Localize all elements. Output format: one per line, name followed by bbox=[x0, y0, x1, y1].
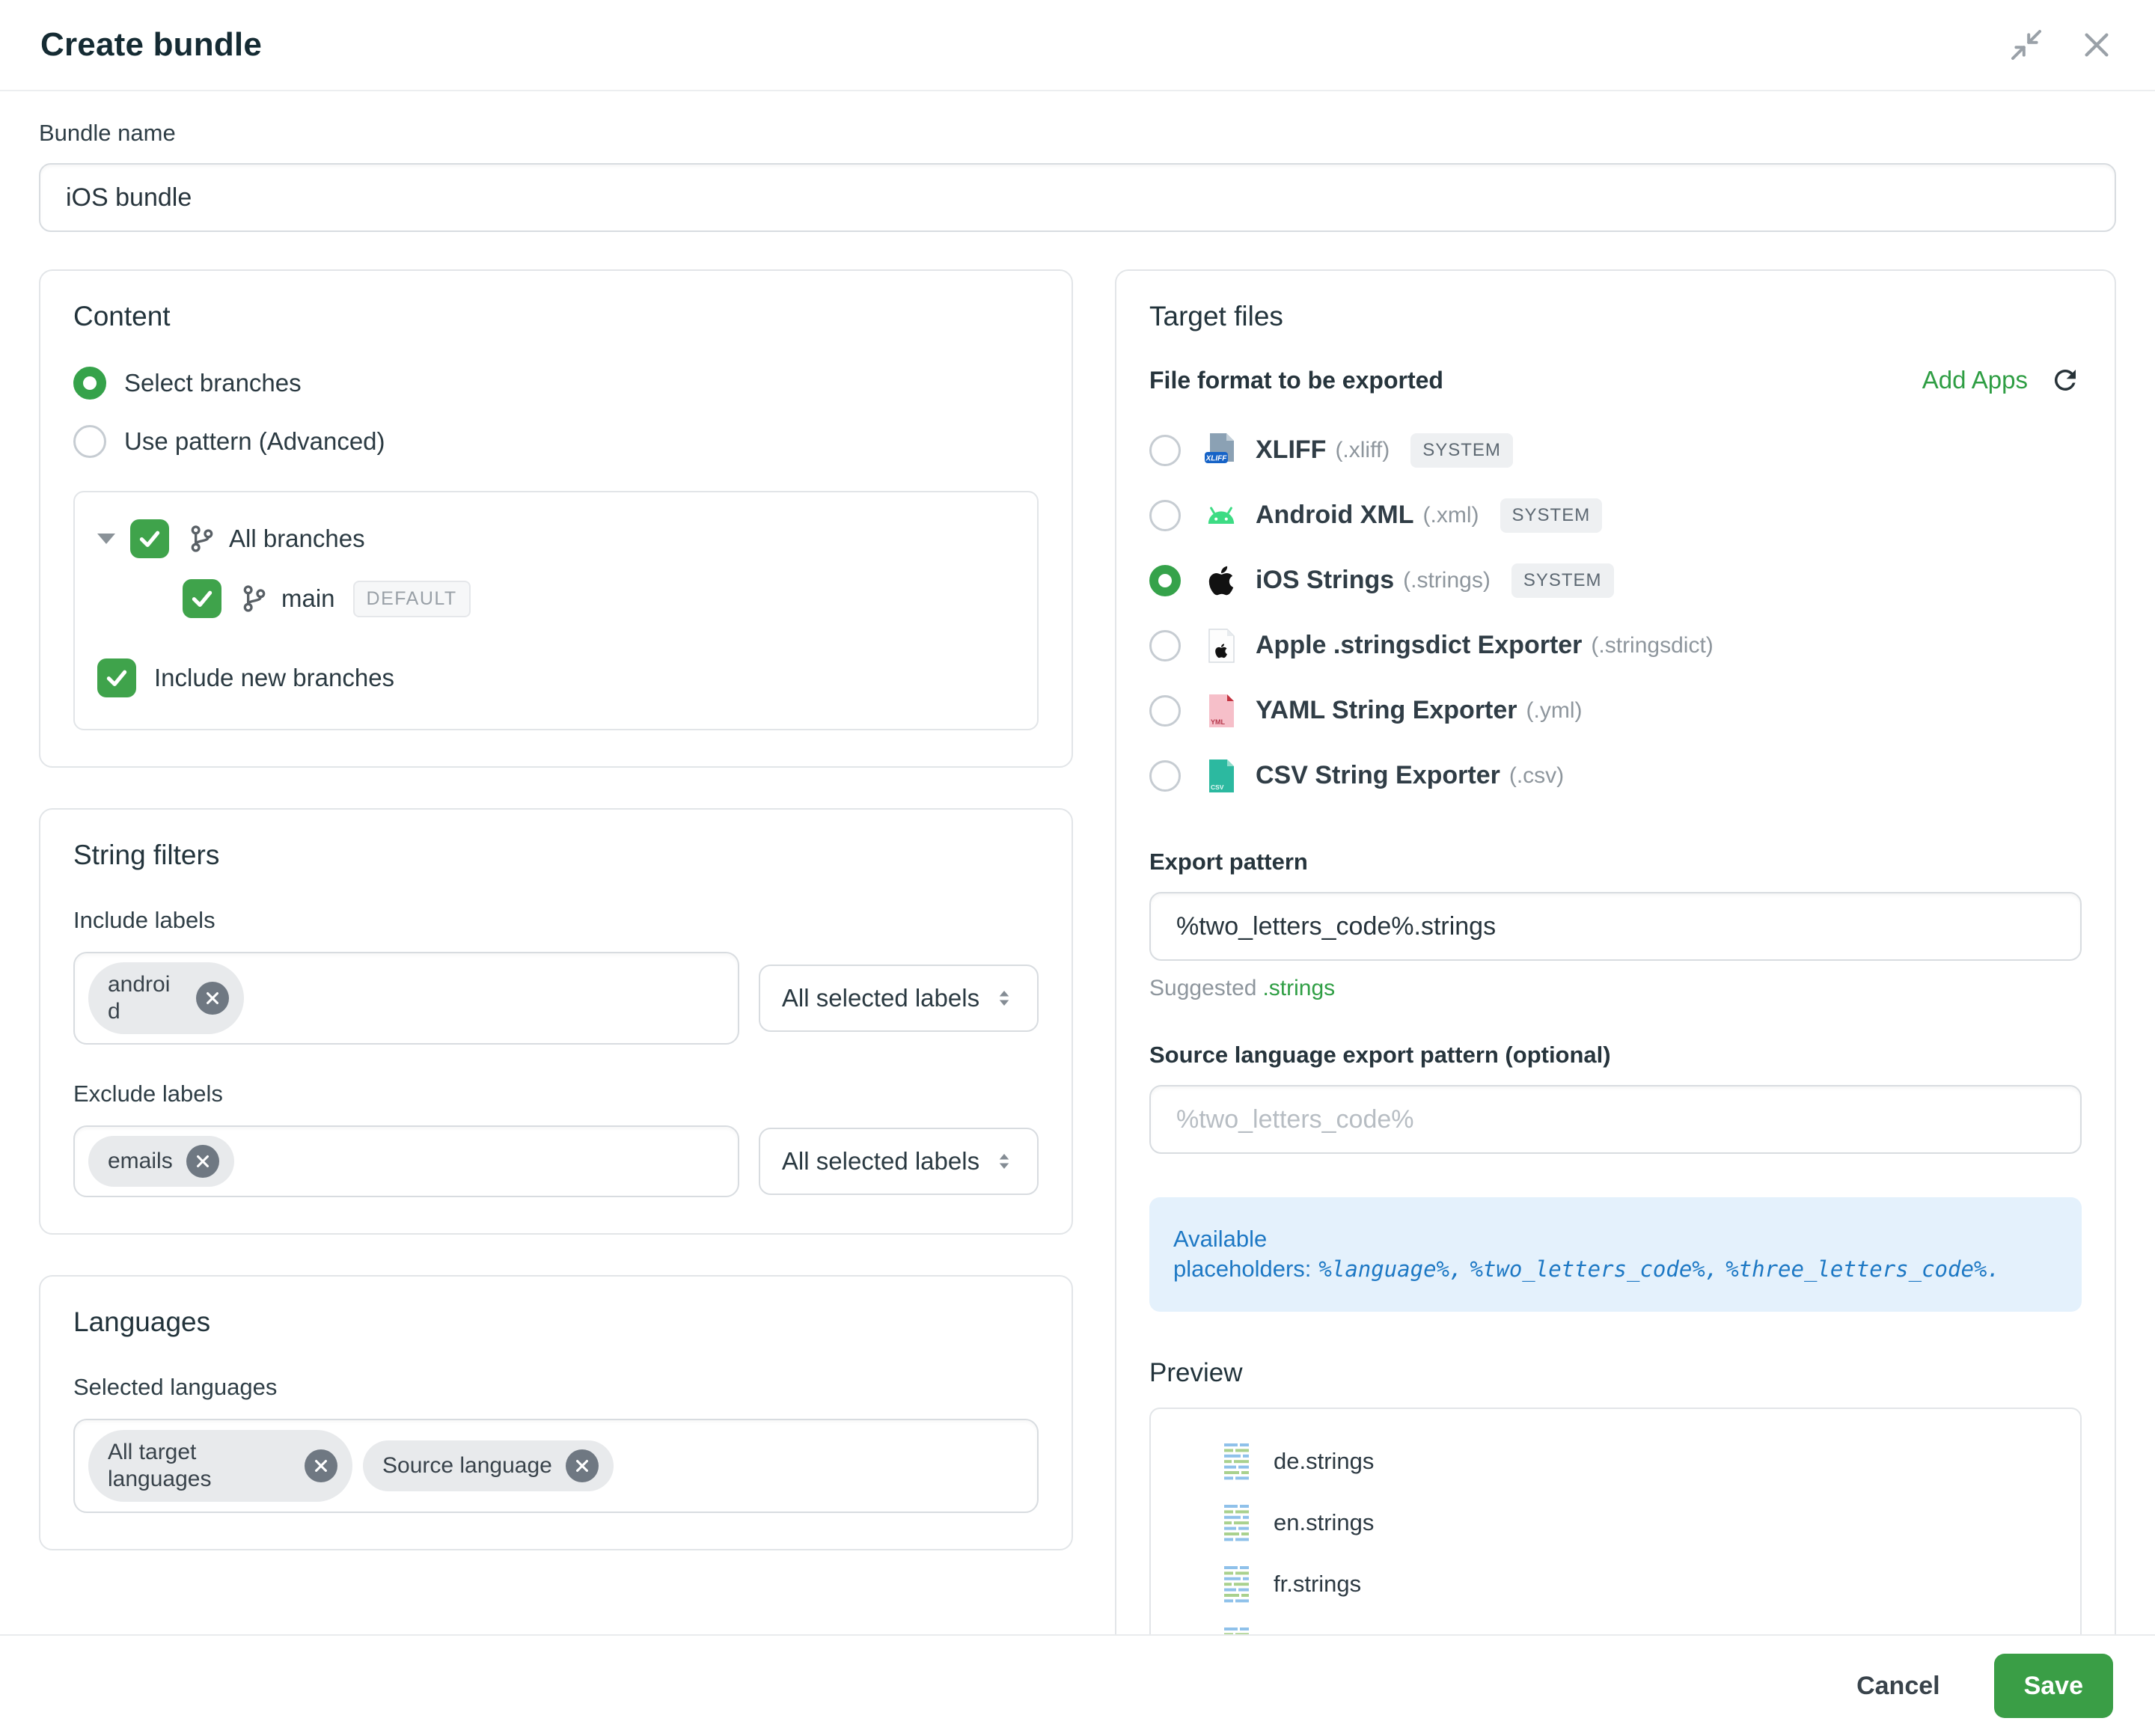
radio-unselected-icon[interactable] bbox=[73, 425, 106, 458]
strings-file-icon bbox=[1221, 1563, 1254, 1605]
svg-text:CSV: CSV bbox=[1211, 783, 1224, 791]
format-row-yaml[interactable]: YML YAML String Exporter (.yml) bbox=[1149, 678, 2082, 743]
all-branches-row[interactable]: All branches bbox=[97, 519, 1015, 558]
source-pattern-input[interactable] bbox=[1149, 1085, 2082, 1154]
label-chip-android[interactable]: android bbox=[88, 962, 244, 1034]
stringsdict-file-icon bbox=[1202, 628, 1241, 664]
include-labels-label: Include labels bbox=[73, 907, 1039, 934]
default-badge: DEFAULT bbox=[353, 581, 471, 617]
use-pattern-radio[interactable]: Use pattern (Advanced) bbox=[73, 425, 1039, 458]
refresh-icon[interactable] bbox=[2049, 364, 2082, 397]
format-row-android-xml[interactable]: Android XML (.xml) SYSTEM bbox=[1149, 483, 2082, 548]
svg-text:XLIFF: XLIFF bbox=[1205, 454, 1228, 462]
export-pattern-input[interactable] bbox=[1149, 892, 2082, 961]
suggested-line: Suggested.strings bbox=[1149, 976, 2082, 1001]
chip-source-language[interactable]: Source language bbox=[363, 1440, 614, 1491]
git-branch-icon bbox=[187, 524, 217, 554]
system-badge: SYSTEM bbox=[1410, 433, 1513, 468]
apple-icon bbox=[1202, 564, 1241, 597]
include-labels-dropdown[interactable]: All selected labels bbox=[759, 965, 1039, 1032]
chip-all-target-languages[interactable]: All target languages bbox=[88, 1430, 352, 1502]
android-icon bbox=[1202, 501, 1241, 531]
include-new-branches-row[interactable]: Include new branches bbox=[97, 658, 1015, 697]
format-row-xliff[interactable]: XLIFF XLIFF (.xliff) SYSTEM bbox=[1149, 418, 2082, 483]
remove-chip-icon[interactable] bbox=[305, 1449, 337, 1482]
file-format-list: XLIFF XLIFF (.xliff) SYSTEM bbox=[1149, 418, 2082, 808]
include-new-branches-checkbox[interactable] bbox=[97, 658, 136, 697]
system-badge: SYSTEM bbox=[1500, 498, 1603, 533]
include-labels-input[interactable]: android bbox=[73, 952, 739, 1045]
languages-card: Languages Selected languages All target … bbox=[39, 1275, 1073, 1550]
save-button[interactable]: Save bbox=[1994, 1654, 2113, 1718]
source-pattern-label: Source language export pattern (optional… bbox=[1149, 1042, 2082, 1069]
git-branch-icon bbox=[239, 584, 269, 614]
exclude-labels-label: Exclude labels bbox=[73, 1081, 1039, 1107]
preview-box: de.strings bbox=[1149, 1408, 2082, 1634]
target-files-card: Target files File format to be exported … bbox=[1115, 269, 2116, 1634]
languages-title: Languages bbox=[73, 1306, 1039, 1338]
preview-file-row: en.strings bbox=[1221, 1502, 2058, 1544]
string-filters-card: String filters Include labels android bbox=[39, 808, 1073, 1235]
radio-selected-icon[interactable] bbox=[73, 367, 106, 400]
preview-title: Preview bbox=[1149, 1358, 2082, 1388]
export-pattern-label: Export pattern bbox=[1149, 849, 2082, 875]
caret-down-icon[interactable] bbox=[97, 534, 115, 544]
bundle-name-label: Bundle name bbox=[39, 120, 2116, 147]
format-row-ios-strings[interactable]: iOS Strings (.strings) SYSTEM bbox=[1149, 548, 2082, 613]
suggested-strings-link[interactable]: .strings bbox=[1262, 976, 1335, 1000]
yaml-file-icon: YML bbox=[1202, 693, 1241, 729]
xliff-file-icon: XLIFF bbox=[1202, 432, 1241, 469]
remove-chip-icon[interactable] bbox=[196, 982, 229, 1015]
radio-unselected-icon[interactable] bbox=[1149, 760, 1181, 792]
string-filters-title: String filters bbox=[73, 840, 1039, 871]
branch-tree: All branches bbox=[73, 491, 1039, 730]
content-card: Content Select branches Use pattern (Adv… bbox=[39, 269, 1073, 768]
remove-chip-icon[interactable] bbox=[566, 1449, 599, 1482]
sort-arrows-icon bbox=[993, 1150, 1015, 1173]
create-bundle-dialog: Create bundle Bundle name bbox=[0, 0, 2155, 1736]
strings-file-icon bbox=[1221, 1502, 1254, 1544]
content-title: Content bbox=[73, 301, 1039, 332]
radio-selected-icon[interactable] bbox=[1149, 565, 1181, 596]
file-format-label: File format to be exported bbox=[1149, 367, 1443, 394]
selected-languages-label: Selected languages bbox=[73, 1374, 1039, 1401]
label-chip-emails[interactable]: emails bbox=[88, 1136, 234, 1187]
close-icon[interactable] bbox=[2079, 27, 2115, 63]
sort-arrows-icon bbox=[993, 987, 1015, 1009]
radio-unselected-icon[interactable] bbox=[1149, 695, 1181, 727]
select-branches-radio[interactable]: Select branches bbox=[73, 367, 1039, 400]
preview-file-row: de.strings bbox=[1221, 1440, 2058, 1482]
dialog-header: Create bundle bbox=[0, 0, 2155, 91]
exclude-labels-dropdown[interactable]: All selected labels bbox=[759, 1128, 1039, 1195]
page-title: Create bundle bbox=[40, 26, 262, 64]
collapse-icon[interactable] bbox=[2008, 27, 2044, 63]
main-branch-row[interactable]: main DEFAULT bbox=[97, 579, 1015, 618]
main-branch-checkbox[interactable] bbox=[183, 579, 221, 618]
radio-unselected-icon[interactable] bbox=[1149, 500, 1181, 531]
selected-languages-input[interactable]: All target languages Source language bbox=[73, 1419, 1039, 1513]
exclude-labels-input[interactable]: emails bbox=[73, 1125, 739, 1197]
preview-file-row: fr.strings bbox=[1221, 1563, 2058, 1605]
preview-file-row: it.strings bbox=[1221, 1625, 2058, 1634]
dialog-footer: Cancel Save bbox=[0, 1634, 2155, 1736]
all-branches-checkbox[interactable] bbox=[130, 519, 169, 558]
csv-file-icon: CSV bbox=[1202, 758, 1241, 794]
radio-unselected-icon[interactable] bbox=[1149, 435, 1181, 466]
bundle-name-input[interactable] bbox=[39, 163, 2116, 232]
dialog-body: Bundle name Content Select branches Us bbox=[0, 91, 2155, 1634]
remove-chip-icon[interactable] bbox=[186, 1145, 219, 1178]
cancel-button[interactable]: Cancel bbox=[1856, 1672, 1940, 1701]
format-row-csv[interactable]: CSV CSV String Exporter (.csv) bbox=[1149, 743, 2082, 808]
strings-file-icon bbox=[1221, 1440, 1254, 1482]
target-files-title: Target files bbox=[1149, 301, 2082, 332]
format-row-stringsdict[interactable]: Apple .stringsdict Exporter (.stringsdic… bbox=[1149, 613, 2082, 678]
system-badge: SYSTEM bbox=[1511, 563, 1614, 598]
radio-unselected-icon[interactable] bbox=[1149, 630, 1181, 661]
svg-text:YML: YML bbox=[1211, 718, 1226, 726]
add-apps-link[interactable]: Add Apps bbox=[1922, 366, 2028, 394]
placeholders-info-box: Available placeholders:%language%,%two_l… bbox=[1149, 1197, 2082, 1312]
strings-file-icon bbox=[1221, 1625, 1254, 1634]
